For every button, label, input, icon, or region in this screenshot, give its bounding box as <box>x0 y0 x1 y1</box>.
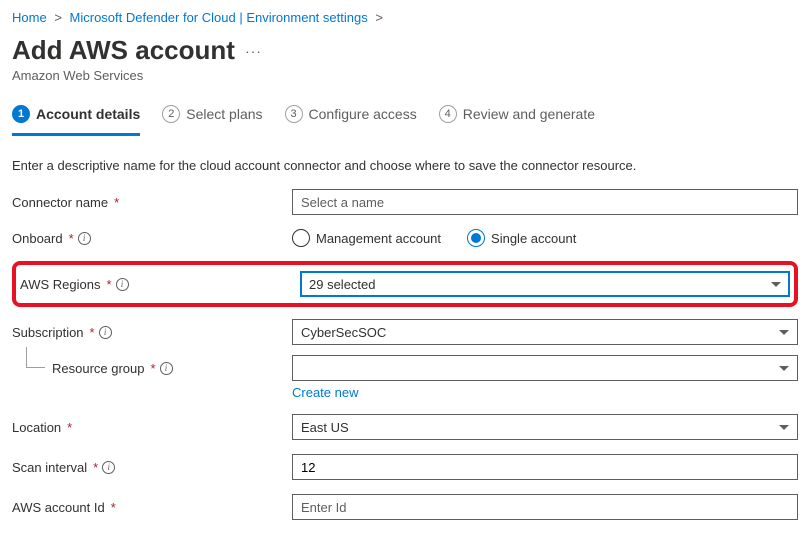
resource-group-label: Resource group <box>52 361 145 376</box>
info-icon[interactable]: i <box>160 362 173 375</box>
required-icon: * <box>93 460 98 475</box>
breadcrumb-defender[interactable]: Microsoft Defender for Cloud | Environme… <box>70 10 368 25</box>
tab-label: Review and generate <box>463 106 595 122</box>
required-icon: * <box>111 500 116 515</box>
more-actions-icon[interactable]: ··· <box>245 43 262 59</box>
info-icon[interactable]: i <box>102 461 115 474</box>
radio-icon <box>292 229 310 247</box>
info-icon[interactable]: i <box>78 232 91 245</box>
info-icon[interactable]: i <box>116 278 129 291</box>
form-description: Enter a descriptive name for the cloud a… <box>12 158 798 173</box>
subscription-select[interactable]: CyberSecSOC <box>292 319 798 345</box>
location-label: Location <box>12 420 61 435</box>
required-icon: * <box>151 361 156 376</box>
select-value: 29 selected <box>309 277 376 292</box>
tab-account-details[interactable]: 1 Account details <box>12 99 140 136</box>
tab-configure-access[interactable]: 3 Configure access <box>285 99 417 136</box>
tab-label: Account details <box>36 106 140 122</box>
onboard-single-radio[interactable]: Single account <box>467 229 576 247</box>
connector-name-input[interactable] <box>292 189 798 215</box>
tab-step-number: 2 <box>162 105 180 123</box>
tab-review-generate[interactable]: 4 Review and generate <box>439 99 595 136</box>
aws-regions-label: AWS Regions <box>20 277 100 292</box>
tab-select-plans[interactable]: 2 Select plans <box>162 99 262 136</box>
subscription-label: Subscription <box>12 325 84 340</box>
location-select[interactable]: East US <box>292 414 798 440</box>
required-icon: * <box>69 231 74 246</box>
radio-label: Single account <box>491 231 576 246</box>
info-icon[interactable]: i <box>99 326 112 339</box>
scan-interval-input[interactable] <box>292 454 798 480</box>
breadcrumb: Home > Microsoft Defender for Cloud | En… <box>12 8 798 31</box>
create-new-link[interactable]: Create new <box>292 385 358 400</box>
tab-label: Select plans <box>186 106 262 122</box>
tab-step-number: 1 <box>12 105 30 123</box>
chevron-down-icon <box>771 282 781 287</box>
breadcrumb-home[interactable]: Home <box>12 10 47 25</box>
tab-step-number: 3 <box>285 105 303 123</box>
chevron-right-icon: > <box>50 10 66 25</box>
connector-name-label: Connector name <box>12 195 108 210</box>
chevron-down-icon <box>779 366 789 371</box>
page-subtitle: Amazon Web Services <box>12 68 798 83</box>
select-value: East US <box>301 420 349 435</box>
onboard-mgmt-radio[interactable]: Management account <box>292 229 441 247</box>
aws-regions-select[interactable]: 29 selected <box>300 271 790 297</box>
tab-label: Configure access <box>309 106 417 122</box>
scan-interval-label: Scan interval <box>12 460 87 475</box>
chevron-down-icon <box>779 425 789 430</box>
tab-step-number: 4 <box>439 105 457 123</box>
radio-label: Management account <box>316 231 441 246</box>
aws-account-id-label: AWS account Id <box>12 500 105 515</box>
chevron-right-icon: > <box>371 10 387 25</box>
aws-regions-highlight: AWS Regions * i 29 selected <box>12 261 798 307</box>
page-title: Add AWS account <box>12 35 235 66</box>
required-icon: * <box>67 420 72 435</box>
onboard-label: Onboard <box>12 231 63 246</box>
required-icon: * <box>106 277 111 292</box>
select-value: CyberSecSOC <box>301 325 386 340</box>
radio-icon <box>467 229 485 247</box>
aws-account-id-input[interactable] <box>292 494 798 520</box>
resource-group-select[interactable] <box>292 355 798 381</box>
required-icon: * <box>114 195 119 210</box>
tabs: 1 Account details 2 Select plans 3 Confi… <box>12 99 798 136</box>
required-icon: * <box>90 325 95 340</box>
chevron-down-icon <box>779 330 789 335</box>
